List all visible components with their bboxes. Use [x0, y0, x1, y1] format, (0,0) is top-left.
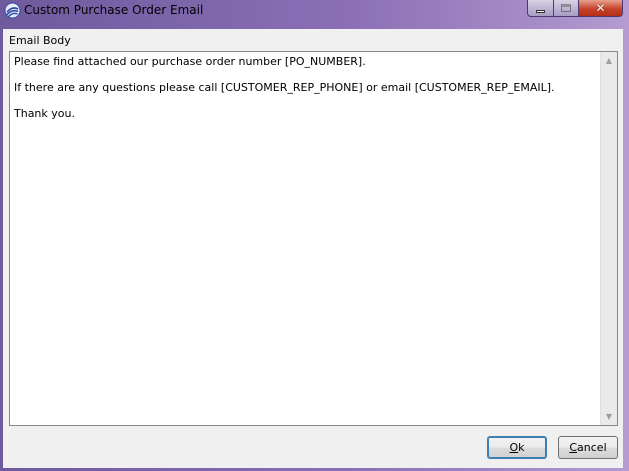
- window-title: Custom Purchase Order Email: [24, 3, 204, 17]
- ok-label-rest: k: [518, 441, 525, 454]
- maximize-icon: [561, 4, 571, 12]
- cancel-button[interactable]: Cancel: [558, 436, 618, 459]
- ok-button[interactable]: Ok: [487, 436, 547, 459]
- ok-accelerator: O: [509, 441, 519, 454]
- dialog-client-area: Email Body Please find attached our purc…: [3, 29, 623, 468]
- title-bar[interactable]: Custom Purchase Order Email ✕: [0, 0, 629, 22]
- maximize-button[interactable]: [553, 0, 579, 17]
- scroll-down-arrow-icon[interactable]: ▼: [601, 408, 617, 425]
- cancel-accelerator: C: [569, 441, 578, 454]
- vertical-scrollbar[interactable]: ▲ ▼: [600, 52, 617, 425]
- close-icon: ✕: [595, 1, 606, 15]
- email-body-container: Please find attached our purchase order …: [9, 51, 618, 426]
- swirl-logo-icon: [4, 2, 21, 19]
- dialog-window: Custom Purchase Order Email ✕ Email Body…: [0, 0, 629, 471]
- close-button[interactable]: ✕: [578, 0, 623, 17]
- scroll-up-arrow-icon[interactable]: ▲: [601, 52, 617, 69]
- email-body-textarea[interactable]: Please find attached our purchase order …: [10, 52, 600, 425]
- minimize-button[interactable]: [527, 0, 554, 17]
- email-body-label: Email Body: [9, 34, 71, 47]
- minimize-icon: [536, 9, 545, 13]
- cancel-label-rest: ancel: [577, 441, 607, 454]
